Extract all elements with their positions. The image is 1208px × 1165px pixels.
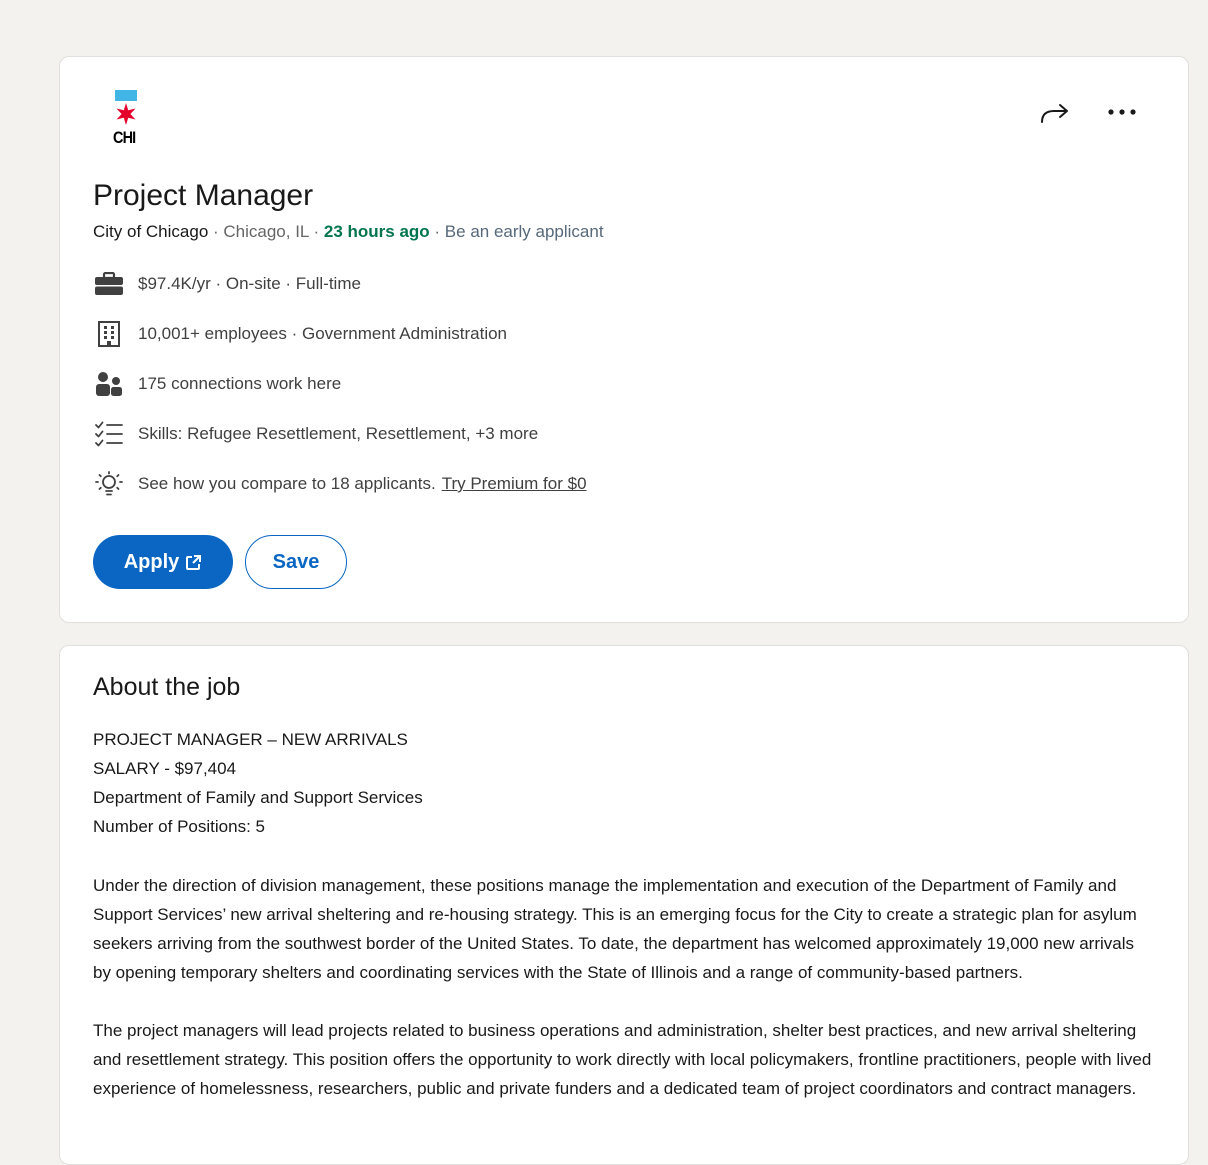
insight-text: Skills: Refugee Resettlement, Resettleme… [138,424,539,443]
external-link-icon [186,554,202,570]
insight-premium: See how you compare to 18 applicants. Tr… [93,471,587,497]
job-location: Chicago, IL [223,222,309,241]
about-line-positions: Number of Positions: 5 [93,817,265,836]
job-subtitle: City of Chicago · Chicago, IL · 23 hours… [93,220,604,244]
apply-button[interactable]: Apply [93,535,233,589]
about-paragraph-2: The project managers will lead projects … [93,1021,1152,1098]
logo-text: CHI [113,128,136,147]
logo-star-icon [116,103,136,125]
about-line-department: Department of Family and Support Service… [93,788,423,807]
company-link[interactable]: City of Chicago [93,222,208,241]
insight-company-size: 10,001+ employees · Government Administr… [93,321,507,347]
posted-time: 23 hours ago [323,222,430,241]
ellipsis-icon [1108,109,1136,115]
checklist-icon [93,421,125,447]
separator: · [429,222,445,241]
lightbulb-icon [93,471,125,497]
try-premium-link[interactable]: Try Premium for $0 [442,474,587,494]
about-line-salary: SALARY - $97,404 [93,759,237,778]
company-logo[interactable]: CHI [113,90,141,152]
insight-text: $97.4K/yr · On-site · Full-time [138,274,361,293]
job-title: Project Manager [93,179,314,212]
separator: · [308,222,324,241]
early-applicant-label: Be an early applicant [444,222,604,241]
about-line-title: PROJECT MANAGER – NEW ARRIVALS [93,730,408,749]
insight-text: See how you compare to 18 applicants. [138,474,436,493]
briefcase-icon [93,271,125,297]
share-icon [1041,104,1068,123]
logo-blue-bar [115,90,137,101]
separator: · [208,222,224,241]
people-icon [93,371,125,397]
insight-text: 10,001+ employees · Government Administr… [138,324,508,343]
save-button[interactable]: Save [245,535,347,589]
insight-skills: Skills: Refugee Resettlement, Resettleme… [93,421,538,447]
about-paragraph-1: Under the direction of division manageme… [93,876,1137,982]
about-heading: About the job [93,673,241,701]
insight-text: 175 connections work here [138,374,342,393]
building-icon [93,321,125,347]
more-options-button[interactable] [1104,98,1140,128]
insight-job-type: $97.4K/yr · On-site · Full-time [93,271,361,297]
share-button[interactable] [1038,98,1072,128]
insight-connections: 175 connections work here [93,371,341,397]
apply-label: Apply [123,550,180,573]
